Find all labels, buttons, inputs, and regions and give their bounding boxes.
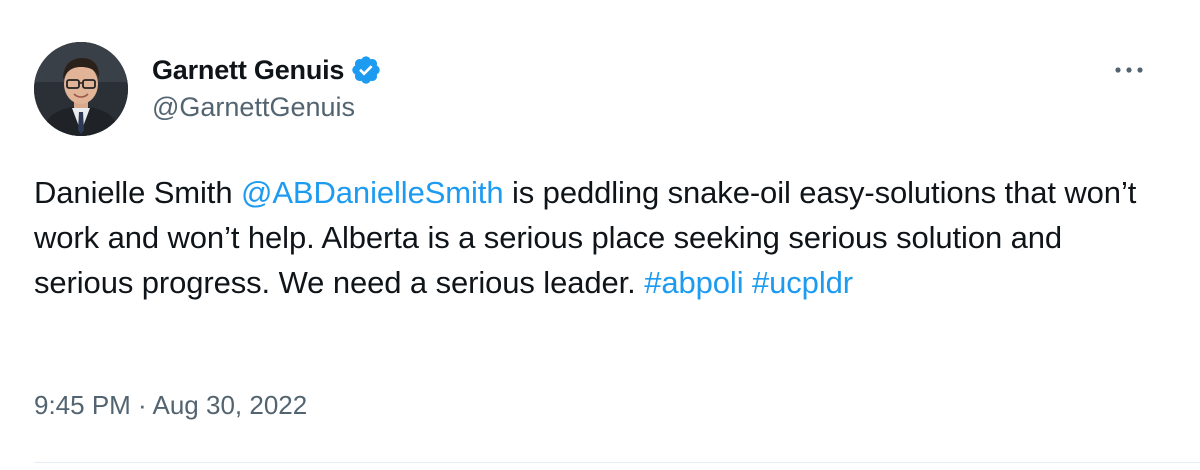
author-name-row: Garnett Genuis bbox=[152, 50, 382, 90]
tweet-date: Aug 30, 2022 bbox=[152, 390, 308, 420]
tweet-text: Danielle Smith @ABDanielleSmith is peddl… bbox=[34, 170, 1169, 305]
hashtag-link-ucpldr[interactable]: #ucpldr bbox=[752, 265, 853, 300]
author-handle[interactable]: @GarnettGenuis bbox=[152, 92, 355, 123]
more-options-icon[interactable] bbox=[1108, 56, 1150, 84]
profile-photo bbox=[34, 42, 128, 136]
meta-separator: · bbox=[130, 390, 153, 420]
avatar[interactable] bbox=[34, 42, 128, 136]
divider bbox=[34, 462, 1200, 463]
tweet-time: 9:45 PM bbox=[34, 390, 131, 420]
mention-link[interactable]: @ABDanielleSmith bbox=[241, 175, 504, 210]
tweet-card: Garnett Genuis @GarnettGenuis Danielle S… bbox=[0, 0, 1200, 470]
hashtag-link-abpoli[interactable]: #abpoli bbox=[644, 265, 743, 300]
author-display-name[interactable]: Garnett Genuis bbox=[152, 55, 344, 86]
verified-badge-icon bbox=[350, 54, 382, 86]
tweet-text-part bbox=[743, 265, 752, 300]
tweet-text-part: Danielle Smith bbox=[34, 175, 241, 210]
tweet-timestamp[interactable]: 9:45 PM · Aug 30, 2022 bbox=[34, 390, 307, 421]
